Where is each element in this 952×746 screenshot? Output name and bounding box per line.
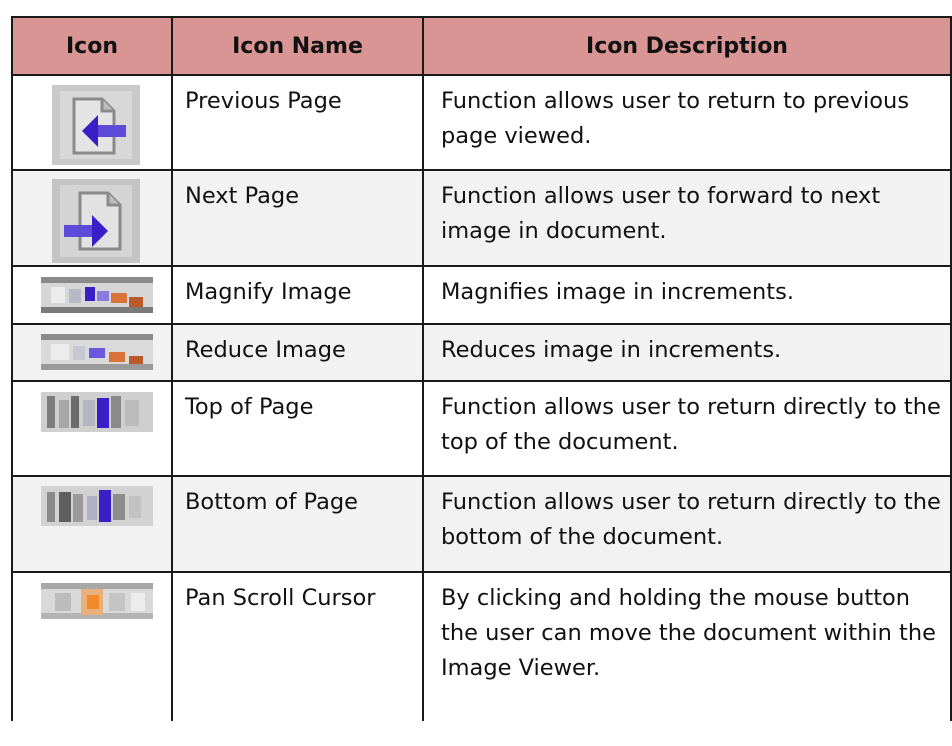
table-row: Magnify Image Magnifies image in increme… <box>11 266 952 325</box>
icon-reference-table: Icon Icon Name Icon Description Previous… <box>11 16 952 721</box>
icon-description-cell: Function allows user to return to previo… <box>422 75 952 171</box>
table-row: Next Page Function allows user to forwar… <box>11 170 952 267</box>
icon-cell <box>11 324 173 382</box>
table-row: Reduce Image Reduces image in increments… <box>11 324 952 382</box>
top-of-page-icon <box>41 392 153 432</box>
icon-cell <box>11 266 173 325</box>
icon-description-cell: By clicking and holding the mouse button… <box>422 572 952 721</box>
header-icon-name: Icon Name <box>171 16 424 76</box>
icon-cell <box>11 170 173 267</box>
icon-description-cell: Reduces image in increments. <box>422 324 952 382</box>
icon-cell <box>11 572 173 721</box>
icon-description-cell: Function allows user to forward to next … <box>422 170 952 267</box>
table-row: Previous Page Function allows user to re… <box>11 75 952 171</box>
icon-cell <box>11 476 173 573</box>
icon-cell <box>11 75 173 171</box>
icon-name-cell: Next Page <box>171 170 424 267</box>
icon-name-cell: Top of Page <box>171 381 424 477</box>
icon-name-cell: Bottom of Page <box>171 476 424 573</box>
icon-description-cell: Magnifies image in increments. <box>422 266 952 325</box>
icon-description-cell: Function allows user to return directly … <box>422 381 952 477</box>
icon-name-cell: Magnify Image <box>171 266 424 325</box>
icon-name-cell: Previous Page <box>171 75 424 171</box>
next-page-icon <box>52 179 140 263</box>
table-row: Bottom of Page Function allows user to r… <box>11 476 952 573</box>
table-header-row: Icon Icon Name Icon Description <box>11 16 952 76</box>
table-row: Top of Page Function allows user to retu… <box>11 381 952 477</box>
header-icon-description: Icon Description <box>422 16 952 76</box>
pan-scroll-cursor-icon <box>41 583 153 619</box>
header-icon: Icon <box>11 16 173 76</box>
icon-description-cell: Function allows user to return directly … <box>422 476 952 573</box>
icon-name-cell: Reduce Image <box>171 324 424 382</box>
table-row: Pan Scroll Cursor By clicking and holdin… <box>11 572 952 721</box>
icon-cell <box>11 381 173 477</box>
icon-name-cell: Pan Scroll Cursor <box>171 572 424 721</box>
bottom-of-page-icon <box>41 486 153 526</box>
reduce-image-icon <box>41 334 153 370</box>
magnify-image-icon <box>41 277 153 313</box>
previous-page-icon <box>52 85 140 165</box>
